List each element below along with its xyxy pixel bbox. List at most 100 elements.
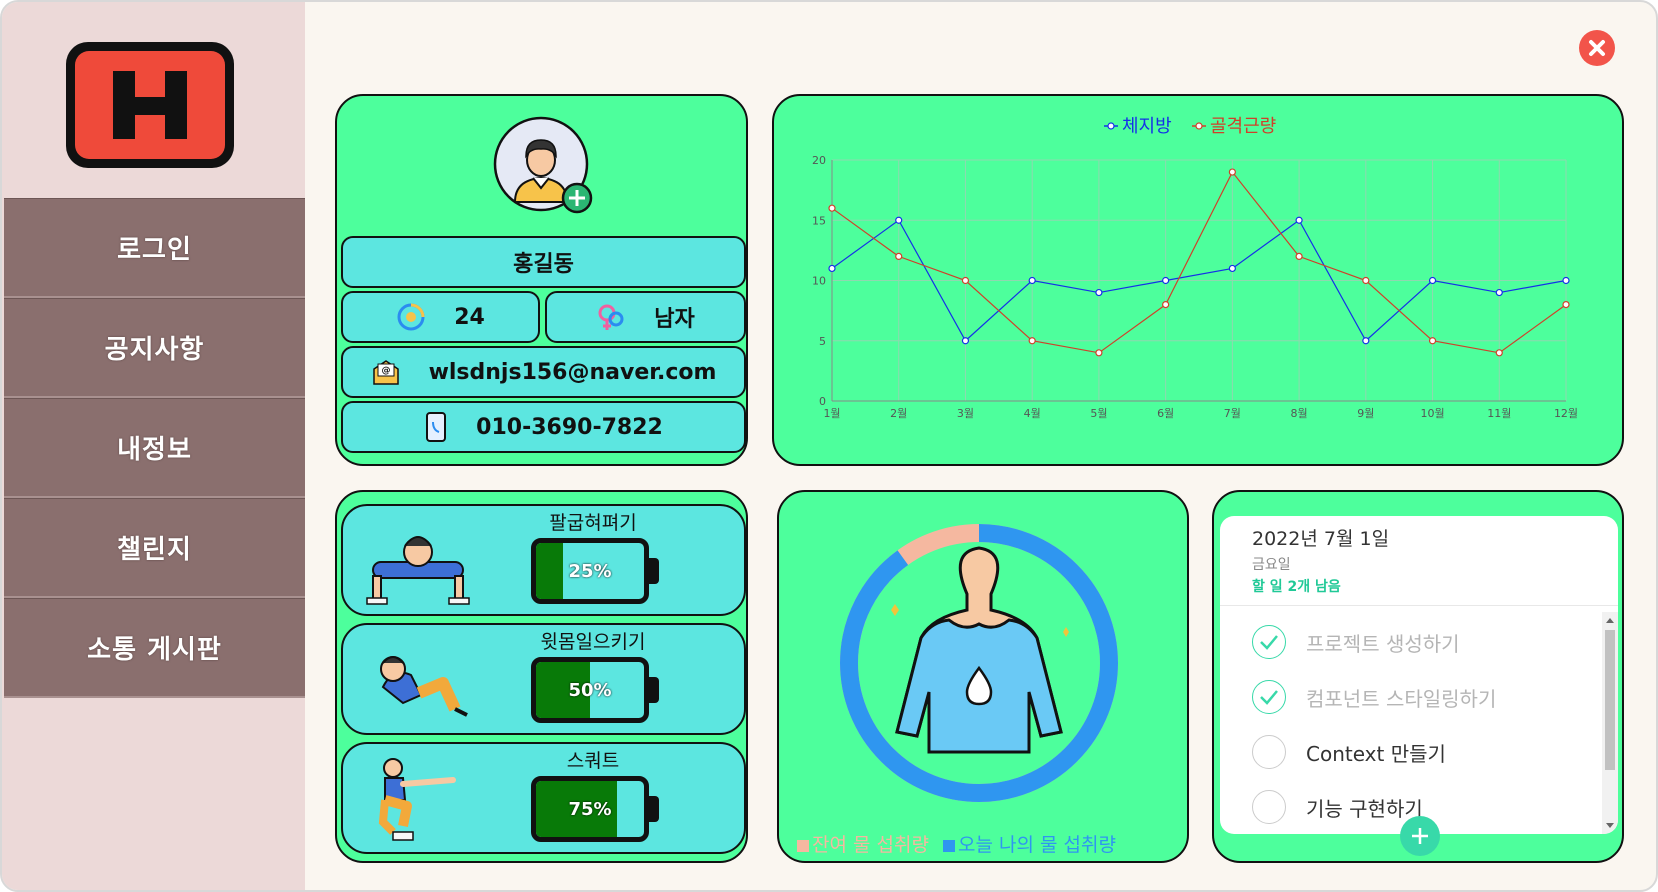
todo-day: 금요일 [1252,557,1291,573]
data-point [1295,252,1303,260]
todo-item[interactable]: 컴포넌트 스타일링하기 [1252,677,1496,717]
profile-email-value: wlsdnjs156@naver.com [428,359,717,385]
logo-h-icon [113,71,187,139]
app-frame: 로그인 공지사항 내정보 챌린지 소통 게시판 홍길동 24 남자 @ wlsd… [0,0,1658,892]
data-point [1362,276,1370,285]
data-point [1228,168,1236,176]
exercise-progress-battery: 25% [531,538,649,604]
user-avatar-icon[interactable] [493,116,593,216]
check-icon [1260,690,1278,705]
line-chart: 051015201월 2월 3월 4월 5월 6월 7월 8월 9월 10월 11월 12월체지방 골격… [812,116,1578,420]
x-tick-label: 3월 [957,407,974,420]
legend-remaining-label: 잔여 물 섭취량 [812,834,929,856]
todo-item[interactable]: 프로젝트 생성하기 [1252,622,1460,662]
sidebar-item-my-info[interactable]: 내정보 [4,398,305,498]
water-donut-chart [840,524,1118,802]
todo-remaining-count: 할 일 2개 남음 [1252,579,1341,595]
exercise-row: 윗몸일으키기 50% [341,623,746,735]
legend-swatch-point [1107,122,1115,130]
todo-card: 2022년 7월 1일 금요일 할 일 2개 남음 프로젝트 생성하기 컴포넌트… [1212,490,1624,863]
svg-text:@: @ [381,366,390,376]
todo-check-button[interactable] [1252,625,1286,659]
exercise-progress-label: 75% [568,798,612,820]
todo-text: 컴포넌트 스타일링하기 [1306,686,1497,711]
exercise-title: 팔굽혀펴기 [549,512,637,534]
logo[interactable] [66,42,234,168]
y-tick-label: 10 [812,275,826,288]
profile-phone: 010-3690-7822 [341,401,746,453]
todo-box: 2022년 7월 1일 금요일 할 일 2개 남음 프로젝트 생성하기 컴포넌트… [1220,516,1618,834]
exercise-progress-battery: 50% [531,657,649,723]
add-todo-button[interactable] [1400,816,1440,856]
mail-icon: @ [371,357,401,387]
close-button[interactable] [1579,30,1615,66]
profile-name: 홍길동 [341,236,746,288]
todo-check-button[interactable] [1252,680,1286,714]
gender-icon [596,302,626,332]
sidebar-menu: 로그인 공지사항 내정보 챌린지 소통 게시판 [4,198,305,698]
exercise-card: 팔굽혀펴기 25% 윗몸일으키기 50% 스쿼트 75% [335,490,748,863]
x-tick-label: 2월 [890,407,907,420]
x-tick-label: 4월 [1024,407,1041,420]
data-point [1428,276,1437,285]
situp-figure-icon [380,656,468,717]
data-point [1162,276,1170,285]
scroll-up-arrow-icon[interactable] [1606,618,1614,623]
profile-gender: 남자 [545,291,746,343]
data-point [1295,216,1303,224]
exercise-progress-label: 25% [568,560,612,582]
data-point [961,276,970,285]
exercise-row: 팔굽혀펴기 25% [341,504,746,616]
legend-swatch-point [1195,122,1203,130]
pushup-figure-icon [366,536,470,605]
water-intake-card: 잔여 물 섭취량 오늘 나의 물 섭취량 [777,490,1189,863]
profile-age-value: 24 [454,304,485,330]
series-line-골격근량 [831,170,1567,354]
x-tick-label: 8월 [1291,407,1308,420]
todo-scrollbar[interactable] [1602,612,1618,834]
y-tick-label: 15 [812,214,826,227]
todo-item[interactable]: 기능 구현하기 [1252,787,1423,827]
todo-text: 기능 구현하기 [1306,796,1423,821]
data-point [895,216,903,224]
squat-figure-icon [378,758,456,841]
data-point [1095,288,1103,297]
sidebar-item-notice[interactable]: 공지사항 [4,298,305,398]
x-tick-label: 7월 [1224,407,1241,420]
profile-phone-value: 010-3690-7822 [476,414,663,440]
exercise-title: 스쿼트 [566,750,620,772]
sidebar-item-login[interactable]: 로그인 [4,198,305,298]
data-point [1495,288,1503,297]
data-point [1562,276,1570,285]
data-point [1028,276,1036,285]
data-point [828,264,836,273]
sidebar-item-challenge[interactable]: 챌린지 [4,498,305,598]
data-point [1362,337,1370,345]
data-point [828,204,836,212]
profile-gender-value: 남자 [654,307,695,332]
sidebar-item-community[interactable]: 소통 게시판 [4,598,305,698]
todo-check-button[interactable] [1252,735,1286,769]
x-tick-label: 9월 [1357,407,1374,420]
profile-card: 홍길동 24 남자 @ wlsdnjs156@naver.com 010-369… [335,94,748,466]
todo-item[interactable]: Context 만들기 [1252,732,1446,772]
profile-email: @ wlsdnjs156@naver.com [341,346,746,398]
data-point [1162,301,1170,309]
x-tick-label: 12월 [1554,407,1578,420]
todo-header: 2022년 7월 1일 금요일 할 일 2개 남음 [1220,516,1618,606]
x-tick-label: 10월 [1420,407,1444,420]
exercise-progress-battery: 75% [531,776,649,842]
legend-remaining-swatch [797,839,809,852]
legend-label: 골격근량 [1210,116,1276,137]
scroll-thumb[interactable] [1605,630,1615,770]
todo-check-button[interactable] [1252,790,1286,824]
data-point [1028,337,1036,345]
legend-label: 체지방 [1122,116,1172,137]
todo-text: 프로젝트 생성하기 [1306,631,1460,656]
data-point [1562,301,1570,309]
scroll-down-arrow-icon[interactable] [1606,823,1614,828]
plus-icon [1412,828,1428,844]
y-tick-label: 20 [812,154,826,167]
sidebar: 로그인 공지사항 내정보 챌린지 소통 게시판 [2,2,305,890]
exercise-title: 윗몸일으키기 [540,631,646,653]
